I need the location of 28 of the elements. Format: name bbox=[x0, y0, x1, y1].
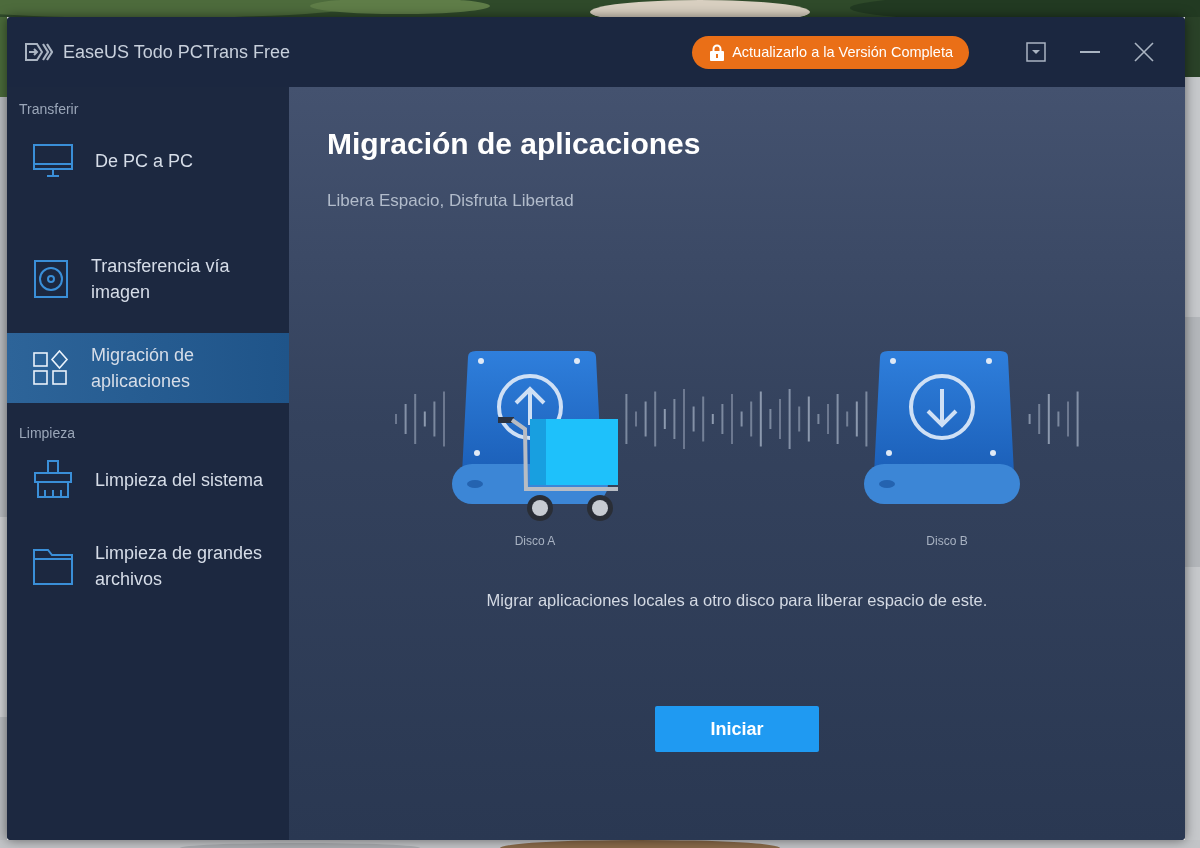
page-title: Migración de aplicaciones bbox=[327, 127, 702, 161]
disk-label: Disco B bbox=[926, 534, 968, 548]
sidebar-item[interactable]: Limpieza de grandes archivos bbox=[7, 511, 289, 621]
apps-icon bbox=[33, 350, 69, 386]
sidebar-item[interactable]: Limpieza del sistema bbox=[7, 449, 289, 511]
window-title: EaseUS Todo PCTrans Free bbox=[63, 41, 292, 63]
sidebar-item-label: Migración de aplicaciones bbox=[91, 344, 196, 393]
monitor-icon bbox=[33, 144, 73, 178]
description: Migrar aplicaciones locales a otro disco para liberar espacio de este. bbox=[486, 591, 988, 610]
dropdown-button[interactable] bbox=[1023, 39, 1049, 65]
page-subtitle: Libera Espacio, Disfruta Libertad bbox=[327, 191, 575, 211]
sidebar-item[interactable]: Transferencia vía imagen bbox=[7, 225, 289, 333]
lock-icon bbox=[710, 43, 725, 61]
close-icon bbox=[1134, 42, 1154, 62]
sidebar-item[interactable]: De PC a PC bbox=[7, 125, 289, 197]
minimize-icon bbox=[1080, 51, 1100, 53]
section-label: Transferir bbox=[18, 101, 80, 117]
disk-label: Disco A bbox=[514, 534, 556, 548]
logo-icon bbox=[25, 42, 53, 62]
sidebar-item-label: Transferencia vía imagen bbox=[91, 255, 231, 304]
sidebar-item[interactable]: Migración de aplicaciones bbox=[7, 333, 289, 403]
brush-icon bbox=[33, 460, 73, 500]
folder-gb-icon bbox=[33, 547, 73, 585]
sidebar-item-label: De PC a PC bbox=[95, 150, 195, 173]
sidebar-item-label: Limpieza del sistema bbox=[95, 469, 265, 492]
dropdown-icon bbox=[1026, 42, 1046, 62]
section-label: Limpieza bbox=[18, 425, 77, 441]
sidebar-item-label: Limpieza de grandes archivos bbox=[95, 542, 264, 591]
